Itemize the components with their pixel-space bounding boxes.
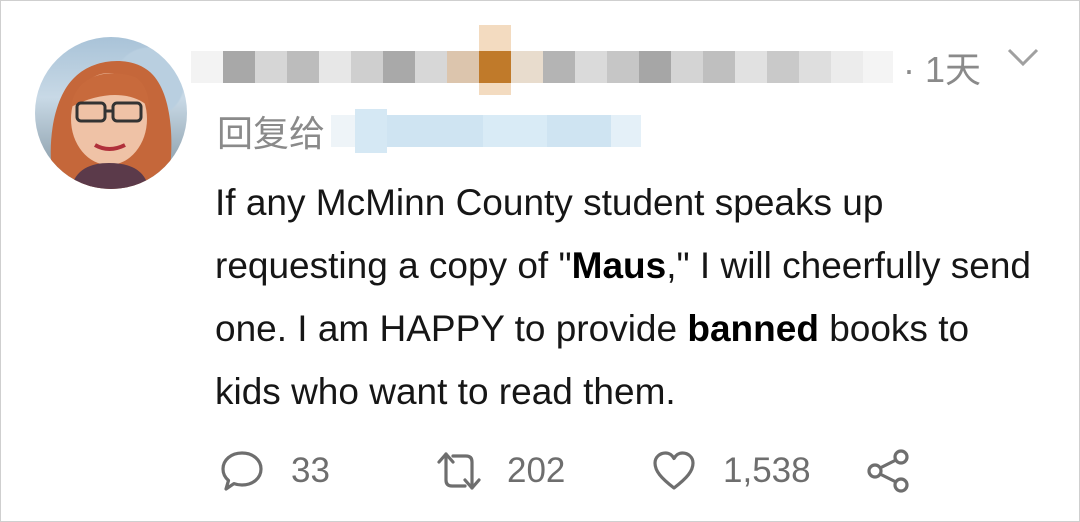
- tweet-text: If any McMinn County student speaks up r…: [215, 182, 1031, 412]
- retweet-button[interactable]: 202: [433, 447, 565, 495]
- heart-icon: [653, 451, 695, 490]
- retweet-icon: [437, 452, 481, 490]
- tweet-text-bold-maus: Maus: [571, 245, 667, 286]
- comment-bubble-icon: [221, 451, 263, 491]
- author-name-redacted[interactable]: [191, 25, 911, 95]
- tweet-actions: 33 202 1,538: [1, 441, 1080, 501]
- reply-to-label: 回复给: [217, 114, 326, 155]
- tweet-text-bold-banned: banned: [687, 308, 819, 349]
- chevron-down-icon[interactable]: [1005, 45, 1041, 69]
- reply-to-handle-redacted[interactable]: [331, 109, 641, 153]
- avatar[interactable]: [35, 37, 187, 189]
- retweet-count: 202: [507, 451, 566, 490]
- reply-button[interactable]: 33: [219, 447, 330, 495]
- tweet-timestamp[interactable]: · 1天: [903, 41, 981, 93]
- reply-count: 33: [291, 451, 330, 490]
- share-button[interactable]: [865, 447, 911, 495]
- like-button[interactable]: 1,538: [651, 447, 811, 495]
- tweet-card: · 1天 回复给 If any McMinn County student sp…: [0, 0, 1080, 522]
- share-icon: [867, 449, 909, 493]
- like-count: 1,538: [723, 451, 811, 490]
